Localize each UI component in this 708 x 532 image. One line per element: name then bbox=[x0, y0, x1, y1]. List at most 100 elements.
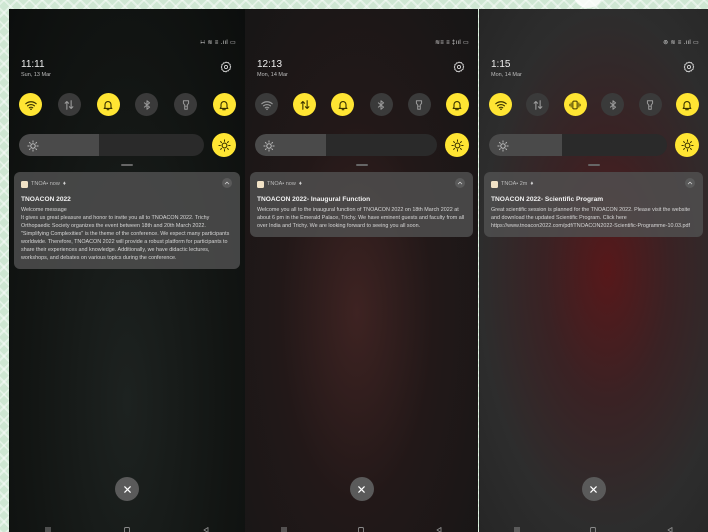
notification-app-name: TNOA bbox=[31, 181, 47, 187]
brightness-sun-icon bbox=[27, 139, 39, 152]
brightness-control bbox=[489, 133, 699, 157]
brightness-slider[interactable] bbox=[255, 134, 437, 156]
home-icon[interactable] bbox=[123, 526, 131, 532]
quick-settings-tiles bbox=[489, 93, 699, 116]
notification-body: Welcome message It gives us great pleasur… bbox=[21, 206, 233, 262]
clock: 12:13 bbox=[257, 59, 283, 70]
drag-handle[interactable] bbox=[121, 164, 133, 166]
quick-tile-ringer[interactable] bbox=[445, 93, 469, 116]
notification-app-name: TNOA bbox=[267, 181, 283, 187]
notification-card[interactable]: TNOA • now ♦ TNOACON 2022- Inaugural Funct… bbox=[250, 172, 473, 237]
status-bar-icons: ⊚ ≋ ≡ .ııl ▭ bbox=[663, 40, 699, 46]
quick-tile-wifi[interactable] bbox=[255, 93, 278, 116]
quick-tile-bluetooth[interactable] bbox=[601, 93, 625, 116]
date: Mon, 14 Mar bbox=[257, 72, 288, 78]
notification-body: Great scientific session is planned for … bbox=[491, 206, 696, 230]
settings-gear-icon[interactable] bbox=[683, 60, 695, 73]
phone-screen-1: ∺ ≋ ≡ .ııl ▭ 11:11 Sun, 13 Mar TNOA • now ♦ T… bbox=[9, 9, 245, 532]
brightness-slider[interactable] bbox=[19, 134, 204, 156]
navigation-bar bbox=[479, 524, 708, 532]
quick-tile-flashlight[interactable] bbox=[638, 93, 662, 116]
notification-body-paragraph: It gives us great pleasure and honor to … bbox=[21, 215, 230, 261]
notification-body-paragraph: Welcome message bbox=[21, 207, 67, 213]
notification-bell-icon: ♦ bbox=[62, 181, 66, 187]
notification-time: • now bbox=[282, 181, 296, 187]
ringer-icon bbox=[218, 99, 230, 111]
notification-header: TNOA • 2m ♦ bbox=[491, 180, 696, 188]
clear-all-button[interactable] bbox=[581, 477, 606, 501]
menu-icon[interactable] bbox=[44, 526, 52, 532]
mobile-data-icon bbox=[63, 99, 75, 111]
auto-brightness-icon bbox=[217, 138, 231, 152]
notification-card[interactable]: TNOA • now ♦ TNOACON 2022 Welcome message It… bbox=[14, 172, 240, 269]
quick-tile-bluetooth[interactable] bbox=[135, 93, 159, 116]
quick-tile-ringer[interactable] bbox=[675, 93, 699, 116]
menu-icon[interactable] bbox=[513, 526, 521, 532]
clock: 1:15 bbox=[491, 59, 511, 70]
notification-body-paragraph: Welcome you all to the inaugural functio… bbox=[257, 207, 465, 229]
collapse-chevron-icon[interactable] bbox=[455, 178, 465, 188]
flashlight-icon bbox=[644, 99, 656, 111]
drag-handle[interactable] bbox=[355, 164, 368, 166]
bell-icon bbox=[102, 99, 114, 111]
phone-screen-2: ≋≡ ≡ ‡ııl ▭ 12:13 Mon, 14 Mar TNOA • now ♦ TN… bbox=[245, 9, 478, 532]
close-icon bbox=[357, 485, 366, 494]
date: Mon, 14 Mar bbox=[491, 72, 522, 78]
notification-time: • 2m bbox=[516, 181, 528, 187]
back-icon[interactable] bbox=[202, 526, 210, 532]
quick-tile-bell[interactable] bbox=[331, 93, 355, 116]
clear-all-button[interactable] bbox=[349, 477, 374, 501]
auto-brightness-button[interactable] bbox=[212, 133, 236, 157]
notification-title: TNOACON 2022- Inaugural Function bbox=[257, 196, 371, 203]
notification-app-name: TNOA bbox=[501, 181, 517, 187]
menu-icon[interactable] bbox=[280, 526, 288, 532]
settings-gear-icon[interactable] bbox=[220, 60, 232, 73]
quick-tile-mobile-data[interactable] bbox=[293, 93, 317, 116]
notification-card[interactable]: TNOA • 2m ♦ TNOACON 2022- Scientific Progr… bbox=[484, 172, 703, 237]
drag-handle[interactable] bbox=[587, 164, 600, 166]
clock: 11:11 bbox=[21, 59, 45, 70]
quick-tile-mobile-data[interactable] bbox=[57, 93, 81, 116]
decorative-circle bbox=[573, 0, 603, 8]
app-icon bbox=[257, 180, 264, 188]
close-icon bbox=[123, 485, 132, 494]
quick-tile-vibrate[interactable] bbox=[563, 93, 587, 116]
quick-tile-bluetooth[interactable] bbox=[369, 93, 393, 116]
notification-body-paragraph: Great scientific session is planned for … bbox=[491, 207, 691, 229]
back-icon[interactable] bbox=[435, 526, 443, 532]
bluetooth-icon bbox=[375, 99, 387, 111]
app-icon bbox=[21, 180, 28, 188]
mobile-data-icon bbox=[299, 99, 311, 111]
clear-all-button[interactable] bbox=[115, 477, 139, 501]
auto-brightness-button[interactable] bbox=[675, 133, 699, 157]
close-icon bbox=[589, 485, 598, 494]
quick-tile-wifi[interactable] bbox=[19, 93, 42, 116]
date: Sun, 13 Mar bbox=[21, 72, 51, 78]
brightness-sun-icon bbox=[263, 139, 275, 152]
home-icon[interactable] bbox=[357, 526, 365, 532]
quick-tile-wifi[interactable] bbox=[489, 93, 512, 116]
quick-settings-tiles bbox=[19, 93, 236, 116]
collapse-chevron-icon[interactable] bbox=[685, 178, 695, 188]
quick-tile-flashlight[interactable] bbox=[407, 93, 431, 116]
bluetooth-icon bbox=[141, 99, 153, 111]
back-icon[interactable] bbox=[666, 526, 674, 532]
brightness-sun-icon bbox=[497, 139, 509, 152]
brightness-slider[interactable] bbox=[489, 134, 667, 156]
notification-header: TNOA • now ♦ bbox=[257, 180, 466, 188]
ringer-icon bbox=[681, 99, 693, 111]
quick-tile-mobile-data[interactable] bbox=[526, 93, 550, 116]
notification-bell-icon: ♦ bbox=[530, 181, 534, 187]
brightness-control bbox=[19, 133, 236, 157]
settings-gear-icon[interactable] bbox=[453, 60, 465, 73]
home-icon[interactable] bbox=[589, 526, 597, 532]
flashlight-icon bbox=[180, 99, 192, 111]
brightness-control bbox=[255, 133, 469, 157]
auto-brightness-button[interactable] bbox=[445, 133, 469, 157]
quick-tile-ringer[interactable] bbox=[212, 93, 236, 116]
collapse-chevron-icon[interactable] bbox=[222, 178, 232, 188]
quick-tile-bell[interactable] bbox=[96, 93, 120, 116]
quick-tile-flashlight[interactable] bbox=[174, 93, 198, 116]
phone-screen-3: ⊚ ≋ ≡ .ııl ▭ 1:15 Mon, 14 Mar TNOA • 2m ♦ TNO… bbox=[479, 9, 708, 532]
bluetooth-icon bbox=[607, 99, 619, 111]
